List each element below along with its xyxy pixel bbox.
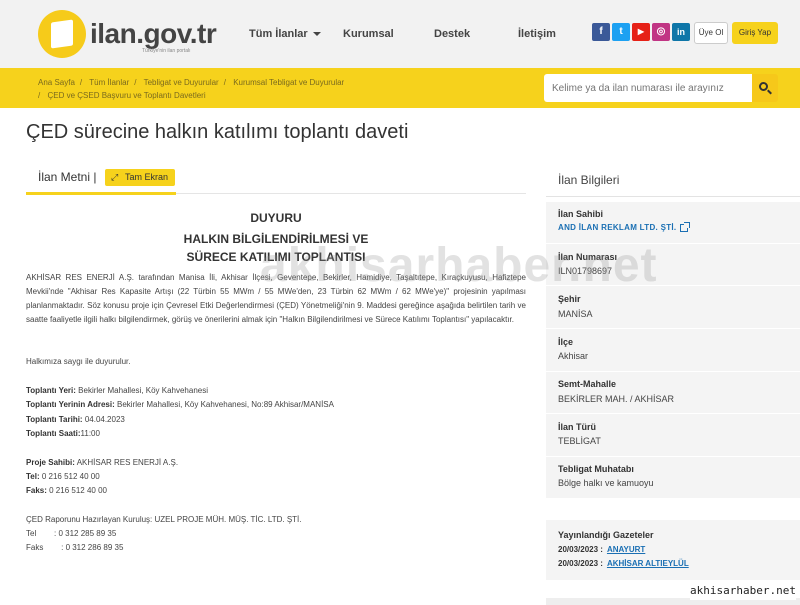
announcement-heading: DUYURU xyxy=(250,211,302,225)
nav-tum-ilanlar[interactable]: Tüm İlanlar xyxy=(249,28,321,40)
page-title: ÇED sürecine halkın katılımı toplantı da… xyxy=(26,121,409,143)
row-divider xyxy=(546,456,800,457)
newspapers-title: Yayınlandığı Gazeteler xyxy=(558,530,654,540)
tebligat-muhatabi-label: Tebligat Muhatabı xyxy=(558,464,634,474)
youtube-icon[interactable]: ▶ xyxy=(632,23,650,41)
project-owner-tel: Tel: 0 216 512 40 00 xyxy=(26,472,100,481)
report-organization-fax: Faks : 0 312 286 89 35 xyxy=(26,543,124,552)
facebook-icon[interactable]: f xyxy=(592,23,610,41)
linkedin-icon[interactable]: in xyxy=(672,23,690,41)
watermark-corner: akhisarhaber.net xyxy=(690,582,796,600)
sehir-value: MANİSA xyxy=(558,309,593,319)
login-button[interactable]: Giriş Yap xyxy=(732,22,778,44)
ilan-sahibi-label: İlan Sahibi xyxy=(558,209,604,219)
tab-active-underline xyxy=(26,192,176,195)
report-organization: ÇED Raporunu Hazırlayan Kuruluş: UZEL PR… xyxy=(26,515,302,524)
expand-icon: ⤢ xyxy=(111,172,119,182)
tab-ilan-metni[interactable]: İlan Metni | xyxy=(38,170,96,184)
project-owner: Proje Sahibi: AKHİSAR RES ENERJİ A.Ş. xyxy=(26,458,179,467)
breadcrumb-item[interactable]: Tüm İlanlar xyxy=(89,78,129,87)
breadcrumb: Ana Sayfa / Tüm İlanlar / Tebligat ve Duyu… xyxy=(38,78,345,100)
nav-destek[interactable]: Destek xyxy=(434,28,470,40)
watermark: akhisarhaber.net xyxy=(260,239,658,292)
twitter-icon[interactable]: t xyxy=(612,23,630,41)
ilan-turu-label: İlan Türü xyxy=(558,422,596,432)
sehir-label: Şehir xyxy=(558,294,581,304)
breadcrumb-item-current[interactable]: ÇED ve ÇSED Başvuru ve Toplantı Davetler… xyxy=(47,91,205,100)
meeting-date: Toplantı Tarihi: 04.04.2023 xyxy=(26,415,125,424)
tebligat-muhatabi-value: Bölge halkı ve kamuoyu xyxy=(558,478,654,488)
site-header: ilan.gov.tr Türkiye'nin ilan portalı Tüm… xyxy=(0,0,800,68)
sidebar-divider xyxy=(546,196,800,197)
newspaper-link[interactable]: ANAYURT xyxy=(607,545,645,554)
nav-kurumsal[interactable]: Kurumsal xyxy=(343,28,394,40)
site-logo[interactable]: ilan.gov.tr Türkiye'nin ilan portalı xyxy=(38,10,217,60)
newspaper-link[interactable]: AKHİSAR ALTIEYLÜL xyxy=(607,559,689,568)
fullscreen-label: Tam Ekran xyxy=(125,172,169,182)
logo-text: ilan.gov.tr xyxy=(90,18,217,49)
semt-label: Semt-Mahalle xyxy=(558,379,617,389)
meeting-time: Toplantı Saati:11:00 xyxy=(26,429,100,438)
signup-button[interactable]: Üye Ol xyxy=(694,22,728,44)
meeting-place: Toplantı Yeri: Bekirler Mahallesi, Köy K… xyxy=(26,386,209,395)
logo-document-icon xyxy=(38,10,86,58)
row-divider xyxy=(546,371,800,372)
external-link-icon xyxy=(680,221,691,232)
breadcrumb-item[interactable]: Tebligat ve Duyurular xyxy=(144,78,219,87)
breadcrumb-item[interactable]: Kurumsal Tebligat ve Duyurular xyxy=(233,78,344,87)
meeting-address: Toplantı Yerinin Adresi: Bekirler Mahall… xyxy=(26,400,334,409)
sidebar-title: İlan Bilgileri xyxy=(558,173,620,187)
search-button[interactable] xyxy=(752,74,778,102)
chevron-down-icon xyxy=(312,32,321,37)
ilan-turu-value: TEBLİGAT xyxy=(558,436,601,446)
ilce-label: İlçe xyxy=(558,337,574,347)
ilce-value: Akhisar xyxy=(558,351,589,361)
report-organization-tel: Tel : 0 312 285 89 35 xyxy=(26,529,117,538)
breadcrumb-item[interactable]: Ana Sayfa xyxy=(38,78,75,87)
announcement-greeting: Halkımıza saygı ile duyurulur. xyxy=(26,357,131,366)
search-input[interactable] xyxy=(544,74,754,102)
ilan-sahibi-link[interactable]: AND İLAN REKLAM LTD. ŞTİ. xyxy=(558,221,691,232)
project-owner-fax: Faks: 0 216 512 40 00 xyxy=(26,486,107,495)
newspaper-row: 20/03/2023 : AKHİSAR ALTIEYLÜL xyxy=(558,559,689,568)
semt-value: BEKİRLER MAH. / AKHİSAR xyxy=(558,394,675,404)
tab-divider xyxy=(176,193,526,194)
logo-subtitle: Türkiye'nin ilan portalı xyxy=(142,48,191,54)
row-divider xyxy=(546,328,800,329)
nav-iletisim[interactable]: İletişim xyxy=(518,28,556,40)
row-divider xyxy=(546,413,800,414)
instagram-icon[interactable]: ◎ xyxy=(652,23,670,41)
newspaper-row: 20/03/2023 : ANAYURT xyxy=(558,545,646,554)
fullscreen-button[interactable]: ⤢ Tam Ekran xyxy=(105,169,175,186)
